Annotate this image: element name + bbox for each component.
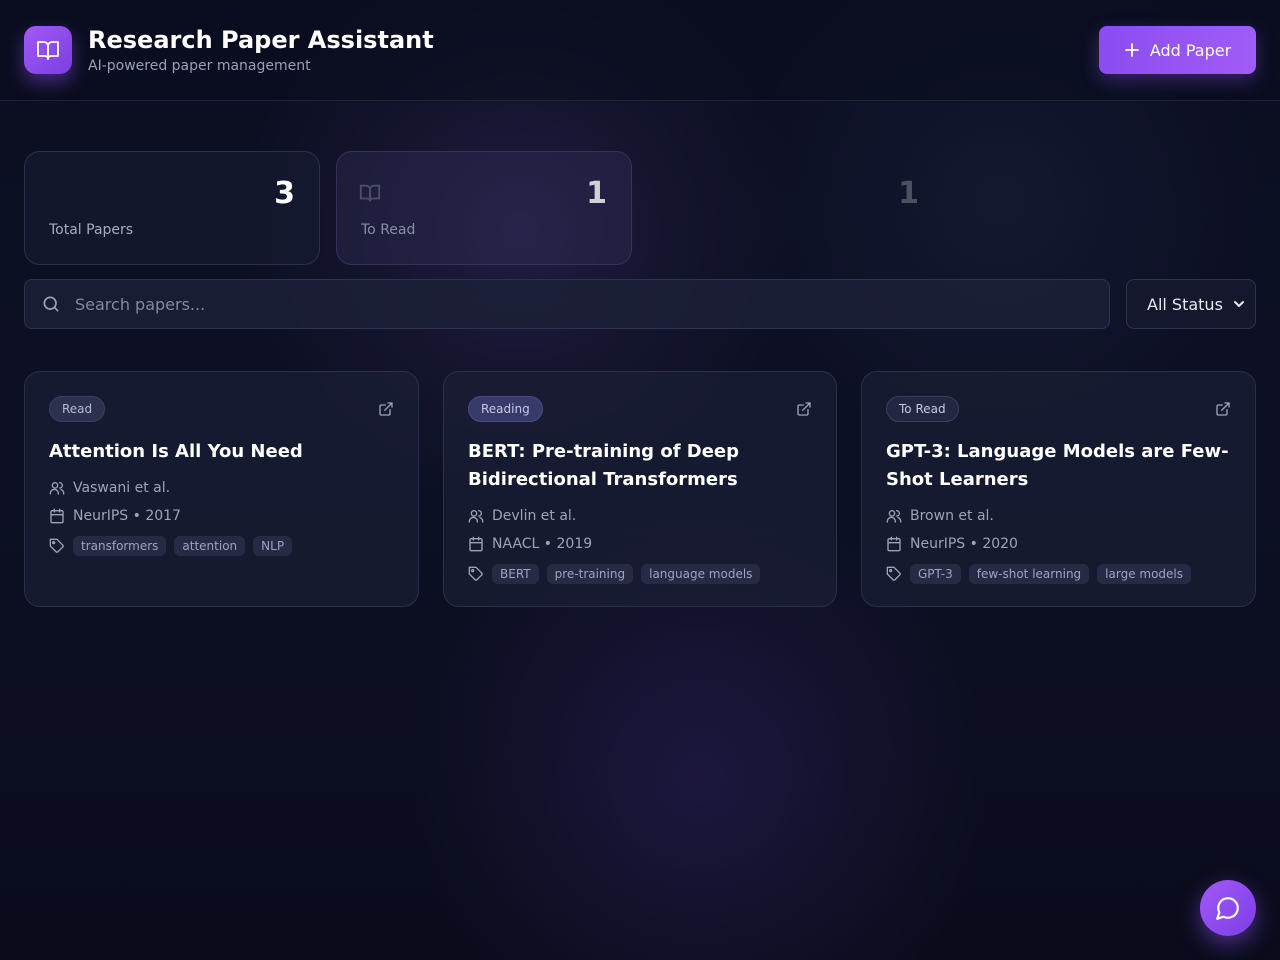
header-titles: Research Paper Assistant AI-powered pape… xyxy=(88,26,434,74)
paper-venue: NeurIPS • 2020 xyxy=(886,536,1231,552)
tag[interactable]: large models xyxy=(1097,564,1192,584)
stat-card-total: 3 Total Papers xyxy=(24,151,320,265)
stat-value: 1 xyxy=(586,176,607,211)
tag-icon xyxy=(886,566,901,581)
tag[interactable]: attention xyxy=(174,536,246,556)
status-filter-select[interactable]: All Status xyxy=(1126,279,1256,329)
paper-tags: BERT pre-training language models xyxy=(468,564,812,584)
authors-text: Vaswani et al. xyxy=(73,480,171,496)
paper-title: BERT: Pre-training of Deep Bidirectional… xyxy=(468,441,740,490)
paper-authors: Devlin et al. xyxy=(468,508,812,524)
tag[interactable]: transformers xyxy=(73,536,167,556)
paper-venue: NAACL • 2019 xyxy=(468,536,812,552)
stat-card-third: 1 xyxy=(648,151,944,265)
tag-icon xyxy=(49,538,64,553)
add-paper-button[interactable]: Add Paper xyxy=(1099,26,1256,74)
stat-value: 3 xyxy=(274,176,295,211)
status-badge: Reading xyxy=(468,396,543,422)
venue-text: NAACL • 2019 xyxy=(492,536,593,552)
calendar-icon xyxy=(887,536,901,552)
add-paper-label: Add Paper xyxy=(1149,40,1232,60)
paper-card[interactable]: Reading BERT: Pre-training of Deep Bidir… xyxy=(443,371,837,607)
authors-text: Devlin et al. xyxy=(492,508,577,524)
search-input[interactable] xyxy=(75,294,1109,314)
external-link-icon[interactable] xyxy=(1215,401,1231,417)
tag[interactable]: pre-training xyxy=(546,564,634,584)
tag[interactable]: BERT xyxy=(492,564,539,584)
paper-authors: Vaswani et al. xyxy=(49,480,394,496)
paper-tags: GPT-3 few-shot learning large models xyxy=(886,564,1231,584)
paper-card[interactable]: Read Attention Is All You Need Vaswani e… xyxy=(24,371,419,607)
book-open-icon xyxy=(24,26,72,74)
tag-icon xyxy=(468,566,483,581)
stat-card-to-read: 1 To Read xyxy=(336,151,632,265)
message-circle-icon xyxy=(1216,897,1239,920)
users-icon xyxy=(49,482,65,495)
app-root: Research Paper Assistant AI-powered pape… xyxy=(0,0,1280,960)
chevron-down-icon xyxy=(1234,301,1244,307)
chat-assistant-button[interactable] xyxy=(1200,880,1256,936)
plus-icon xyxy=(1124,43,1139,57)
stat-value: 1 xyxy=(898,176,919,211)
paper-grid: Read Attention Is All You Need Vaswani e… xyxy=(24,371,1256,607)
app-subtitle: AI-powered paper management xyxy=(88,58,311,74)
book-icon xyxy=(359,184,381,202)
external-link-icon[interactable] xyxy=(796,401,812,417)
paper-card[interactable]: To Read GPT-3: Language Models are Few-S… xyxy=(861,371,1256,607)
venue-text: NeurIPS • 2017 xyxy=(73,508,181,524)
stat-label: To Read xyxy=(361,222,416,238)
venue-text: NeurIPS • 2020 xyxy=(910,536,1018,552)
search-bar xyxy=(24,279,1110,329)
paper-tags: transformers attention NLP xyxy=(49,536,394,556)
tag[interactable]: NLP xyxy=(253,536,293,556)
users-icon xyxy=(468,510,484,523)
tag[interactable]: language models xyxy=(641,564,761,584)
status-badge: To Read xyxy=(886,396,959,422)
stats-row: 3 Total Papers 1 To Read 1 xyxy=(24,151,944,265)
paper-title: GPT-3: Language Models are Few-Shot Lear… xyxy=(886,441,1229,490)
calendar-icon xyxy=(469,536,483,552)
stat-label: Total Papers xyxy=(49,222,134,238)
paper-authors: Brown et al. xyxy=(886,508,1231,524)
tag[interactable]: few-shot learning xyxy=(968,564,1090,584)
app-header: Research Paper Assistant AI-powered pape… xyxy=(0,0,1280,101)
status-badge: Read xyxy=(49,396,106,422)
paper-title: Attention Is All You Need xyxy=(49,441,303,462)
status-filter-value: All Status xyxy=(1147,294,1223,314)
app-title: Research Paper Assistant xyxy=(88,26,434,54)
calendar-icon xyxy=(50,508,64,524)
authors-text: Brown et al. xyxy=(910,508,994,524)
search-icon xyxy=(43,296,59,312)
users-icon xyxy=(886,510,902,523)
tag[interactable]: GPT-3 xyxy=(910,564,961,584)
paper-venue: NeurIPS • 2017 xyxy=(49,508,394,524)
external-link-icon[interactable] xyxy=(378,401,394,417)
